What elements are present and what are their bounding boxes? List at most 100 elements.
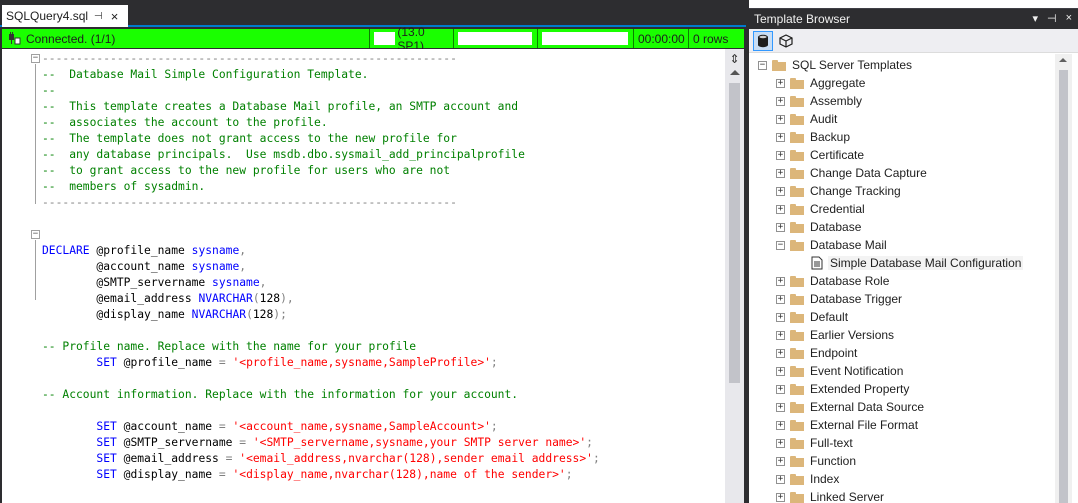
tree-item[interactable]: + Database bbox=[776, 218, 861, 236]
scroll-thumb[interactable] bbox=[1059, 70, 1068, 503]
sql-server-templates-button[interactable] bbox=[753, 31, 773, 51]
expand-icon[interactable]: + bbox=[776, 78, 785, 88]
connection-status-bar: Connected. (1/1) (13.0 SP1) 00:00:00 0 r… bbox=[2, 25, 744, 53]
tree-item[interactable]: + Full-text bbox=[776, 434, 853, 452]
tree-item[interactable]: + Certificate bbox=[776, 146, 864, 164]
tree-item[interactable]: + Endpoint bbox=[776, 344, 857, 362]
tree-item[interactable]: + Change Data Capture bbox=[776, 164, 927, 182]
collapse-icon[interactable]: − bbox=[31, 54, 40, 63]
tree-item[interactable]: + Linked Server bbox=[776, 488, 884, 503]
scroll-thumb[interactable] bbox=[729, 83, 740, 383]
code-token: @email_address bbox=[123, 452, 226, 465]
folder-icon bbox=[772, 59, 786, 71]
template-tree[interactable]: − SQL Server Templates + Aggregate + Assembly… bbox=[749, 54, 1055, 503]
expand-icon[interactable]: + bbox=[776, 402, 785, 412]
expand-icon[interactable]: + bbox=[776, 420, 785, 430]
expand-icon[interactable]: + bbox=[776, 276, 785, 286]
expand-icon[interactable]: + bbox=[776, 294, 785, 304]
code-token: -- bbox=[42, 84, 56, 97]
code-line: -- any database principals. Use msdb.dbo… bbox=[42, 147, 600, 163]
code-editor[interactable]: − − ------------------------------------… bbox=[2, 49, 725, 503]
expand-icon[interactable]: + bbox=[776, 168, 785, 178]
tree-item[interactable]: + Credential bbox=[776, 200, 865, 218]
tree-root-sql-server-templates[interactable]: − SQL Server Templates bbox=[758, 56, 912, 74]
document-tabstrip: SQLQuery4.sql ⊣ × bbox=[0, 0, 746, 27]
elapsed-time-segment: 00:00:00 bbox=[633, 29, 688, 48]
expand-icon[interactable]: + bbox=[776, 96, 785, 106]
code-token: , bbox=[239, 244, 247, 257]
scroll-up-icon[interactable] bbox=[1059, 58, 1067, 62]
tree-item[interactable]: + Backup bbox=[776, 128, 850, 146]
redacted-database bbox=[542, 32, 628, 45]
tree-item[interactable]: + Assembly bbox=[776, 92, 862, 110]
scroll-up-icon[interactable] bbox=[730, 70, 740, 75]
tree-item-label: Simple Database Mail Configuration bbox=[828, 256, 1024, 270]
expand-icon[interactable]: + bbox=[776, 150, 785, 160]
code-line: SET @email_address = '<email_address,nva… bbox=[42, 451, 599, 467]
expand-icon[interactable]: + bbox=[776, 330, 785, 340]
tree-item[interactable]: + Database Trigger bbox=[776, 290, 902, 308]
expand-icon[interactable]: + bbox=[776, 222, 785, 232]
expand-icon[interactable]: + bbox=[776, 474, 785, 484]
folder-icon bbox=[790, 329, 804, 341]
expand-icon[interactable]: + bbox=[776, 456, 785, 466]
tree-item-label: Full-text bbox=[810, 436, 853, 450]
tree-item-label: Linked Server bbox=[810, 490, 885, 503]
tree-item[interactable]: + Change Tracking bbox=[776, 182, 901, 200]
editor-vertical-scrollbar[interactable]: ⇕ bbox=[725, 49, 744, 503]
tab-sqlquery4[interactable]: SQLQuery4.sql ⊣ × bbox=[2, 5, 128, 27]
close-icon[interactable]: × bbox=[1066, 12, 1072, 25]
code-token: = bbox=[225, 452, 240, 465]
code-line: SET @profile_name = '<profile_name,sysna… bbox=[42, 355, 600, 371]
expand-icon[interactable]: + bbox=[776, 384, 785, 394]
tree-item[interactable]: + Database Role bbox=[776, 272, 889, 290]
collapse-icon[interactable]: − bbox=[31, 230, 40, 239]
tree-item[interactable]: + External File Format bbox=[776, 416, 918, 434]
code-token: NVARCHAR bbox=[198, 292, 253, 305]
code-token: '<account_name,sysname,SampleAccount>' bbox=[232, 420, 491, 433]
tree-item[interactable]: + External Data Source bbox=[776, 398, 924, 416]
expand-icon[interactable]: + bbox=[776, 132, 785, 142]
collapse-icon[interactable]: − bbox=[776, 240, 785, 250]
code-token: ----------------------------------------… bbox=[42, 52, 457, 65]
tree-item[interactable]: + Audit bbox=[776, 110, 837, 128]
expand-icon[interactable]: + bbox=[776, 114, 785, 124]
code-token: sysname bbox=[191, 260, 240, 273]
tree-item[interactable]: + Earlier Versions bbox=[776, 326, 894, 344]
tree-item[interactable]: − Database Mail bbox=[776, 236, 887, 254]
expand-icon[interactable]: + bbox=[776, 438, 785, 448]
expand-icon[interactable]: + bbox=[776, 186, 785, 196]
code-token: SET bbox=[96, 420, 124, 433]
analysis-services-templates-button[interactable] bbox=[776, 31, 796, 51]
code-token: -- The template does not grant access to… bbox=[42, 132, 457, 145]
split-icon[interactable]: ⇕ bbox=[728, 53, 741, 65]
expand-icon[interactable]: + bbox=[776, 366, 785, 376]
row-count: 0 rows bbox=[693, 31, 729, 46]
expand-icon[interactable]: + bbox=[776, 492, 785, 502]
tree-vertical-scrollbar[interactable] bbox=[1055, 54, 1072, 503]
tree-item-label: Credential bbox=[810, 202, 865, 216]
template-file-icon bbox=[811, 256, 823, 270]
tree-item[interactable]: + Extended Property bbox=[776, 380, 909, 398]
expand-icon[interactable]: + bbox=[776, 348, 785, 358]
collapse-icon[interactable]: − bbox=[758, 60, 767, 70]
database-icon bbox=[758, 34, 768, 48]
code-token: @profile_name bbox=[96, 244, 192, 257]
tree-item-label: Endpoint bbox=[810, 346, 858, 360]
pin-icon[interactable]: ⊣ bbox=[1047, 12, 1057, 25]
dropdown-icon[interactable]: ▾ bbox=[1032, 12, 1038, 25]
code-token: SET bbox=[96, 356, 124, 369]
tree-item[interactable]: + Function bbox=[776, 452, 856, 470]
tree-item[interactable]: + Index bbox=[776, 470, 839, 488]
expand-icon[interactable]: + bbox=[776, 204, 785, 214]
code-text[interactable]: ----------------------------------------… bbox=[42, 51, 600, 483]
pin-icon[interactable]: ⊣ bbox=[94, 11, 103, 22]
close-icon[interactable]: × bbox=[111, 9, 119, 24]
tree-item[interactable]: + Event Notification bbox=[776, 362, 903, 380]
expand-icon[interactable]: + bbox=[776, 312, 785, 322]
tree-item[interactable]: + Default bbox=[776, 308, 848, 326]
tree-item[interactable]: + Aggregate bbox=[776, 74, 865, 92]
tree-template-item[interactable]: Simple Database Mail Configuration bbox=[811, 254, 1024, 272]
